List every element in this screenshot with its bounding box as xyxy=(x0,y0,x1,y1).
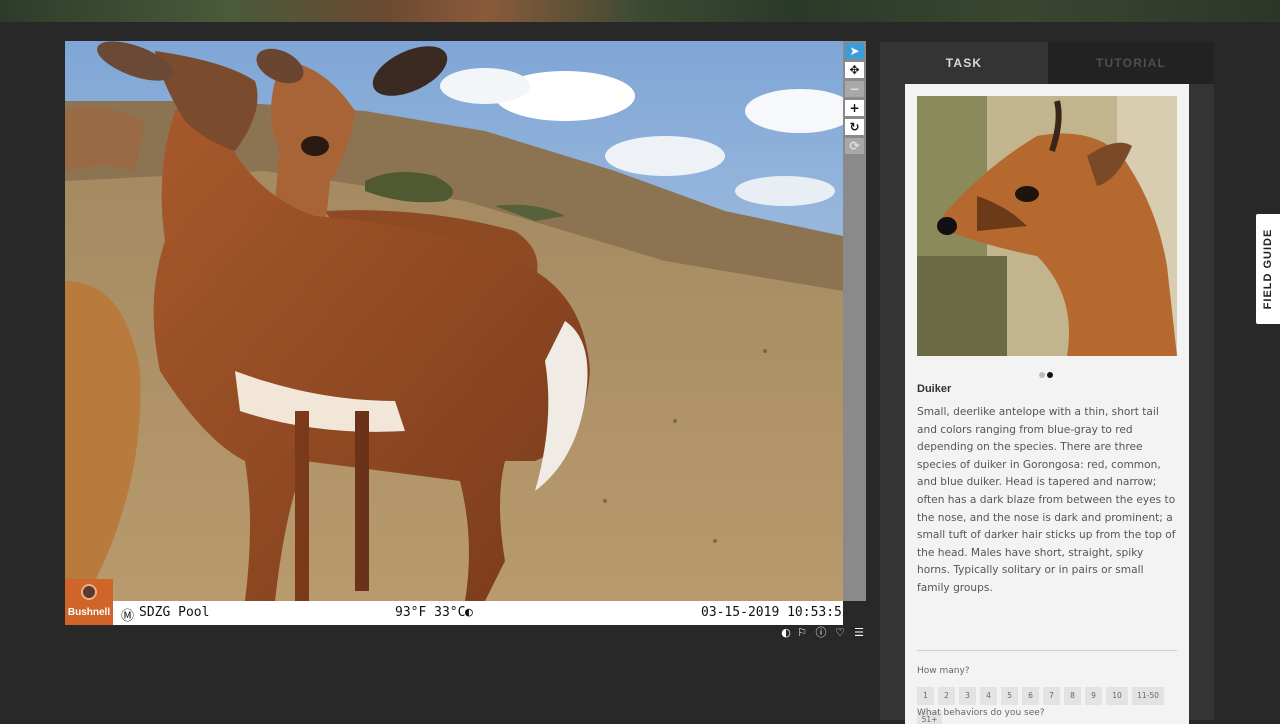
behaviors-question: What behaviors do you see? xyxy=(917,708,1045,718)
move-icon[interactable]: ✥ xyxy=(845,62,864,78)
count-option[interactable]: 1 xyxy=(917,687,934,705)
field-guide-tab[interactable]: FIELD GUIDE xyxy=(1256,214,1280,324)
zoom-in-icon[interactable]: + xyxy=(845,100,864,116)
species-card: Duiker Small, deerlike antelope with a t… xyxy=(905,84,1189,724)
field-guide-label: FIELD GUIDE xyxy=(1262,228,1274,310)
count-option[interactable]: 10 xyxy=(1106,687,1128,705)
count-option[interactable]: 3 xyxy=(959,687,976,705)
invert-icon[interactable]: ◐ xyxy=(780,626,792,640)
info-icon[interactable]: ⓘ xyxy=(815,626,827,640)
count-option[interactable]: 6 xyxy=(1022,687,1039,705)
task-panel: TASK TUTORIAL Duiker Small, deerlike ant… xyxy=(880,42,1214,724)
collections-icon[interactable]: ☰ xyxy=(852,626,866,640)
count-option[interactable]: 9 xyxy=(1085,687,1102,705)
count-option[interactable]: 8 xyxy=(1064,687,1081,705)
count-option[interactable]: 4 xyxy=(980,687,997,705)
subject-banner-image xyxy=(0,0,1280,22)
moon-phase-icon: Ⓜ xyxy=(121,609,135,624)
tab-tutorial[interactable]: TUTORIAL xyxy=(1048,42,1214,84)
viewer-toolbar: ➤ ✥ − + ↻ ⟳ xyxy=(843,41,866,601)
flag-icon[interactable]: ⚐ xyxy=(796,626,808,640)
zoom-out-icon[interactable]: − xyxy=(845,81,864,97)
contrast-mark-icon: ◐ xyxy=(465,605,473,620)
panel-tabs: TASK TUTORIAL xyxy=(880,42,1214,84)
how-many-question: How many? xyxy=(917,666,970,676)
tab-task[interactable]: TASK xyxy=(880,42,1048,84)
species-photo xyxy=(917,96,1177,356)
subject-viewer[interactable]: Bushnell Ⓜ SDZG Pool 93°F 33°C ◐ 03-15-2… xyxy=(65,41,843,625)
camera-trap-photo xyxy=(65,41,843,601)
heart-icon[interactable]: ♡ xyxy=(833,626,847,640)
photo-pager[interactable] xyxy=(1039,363,1055,382)
camera-datetime: 03-15-2019 10:53:52 xyxy=(701,605,843,620)
pointer-icon[interactable]: ➤ xyxy=(845,43,864,59)
count-option[interactable]: 5 xyxy=(1001,687,1018,705)
species-description: Small, deerlike antelope with a thin, sh… xyxy=(917,406,1176,594)
divider xyxy=(917,650,1177,651)
reset-icon[interactable]: ⟳ xyxy=(845,138,864,154)
count-option[interactable]: 11-50 xyxy=(1132,687,1164,705)
count-option[interactable]: 2 xyxy=(938,687,955,705)
rotate-icon[interactable]: ↻ xyxy=(845,119,864,135)
camera-info-strip: Bushnell Ⓜ SDZG Pool 93°F 33°C ◐ 03-15-2… xyxy=(65,579,843,625)
species-name: Duiker xyxy=(917,383,952,395)
camera-location: SDZG Pool xyxy=(139,605,210,620)
count-option[interactable]: 7 xyxy=(1043,687,1060,705)
bushnell-logo: Bushnell xyxy=(65,579,113,625)
camera-temperature: 93°F 33°C xyxy=(395,605,466,620)
